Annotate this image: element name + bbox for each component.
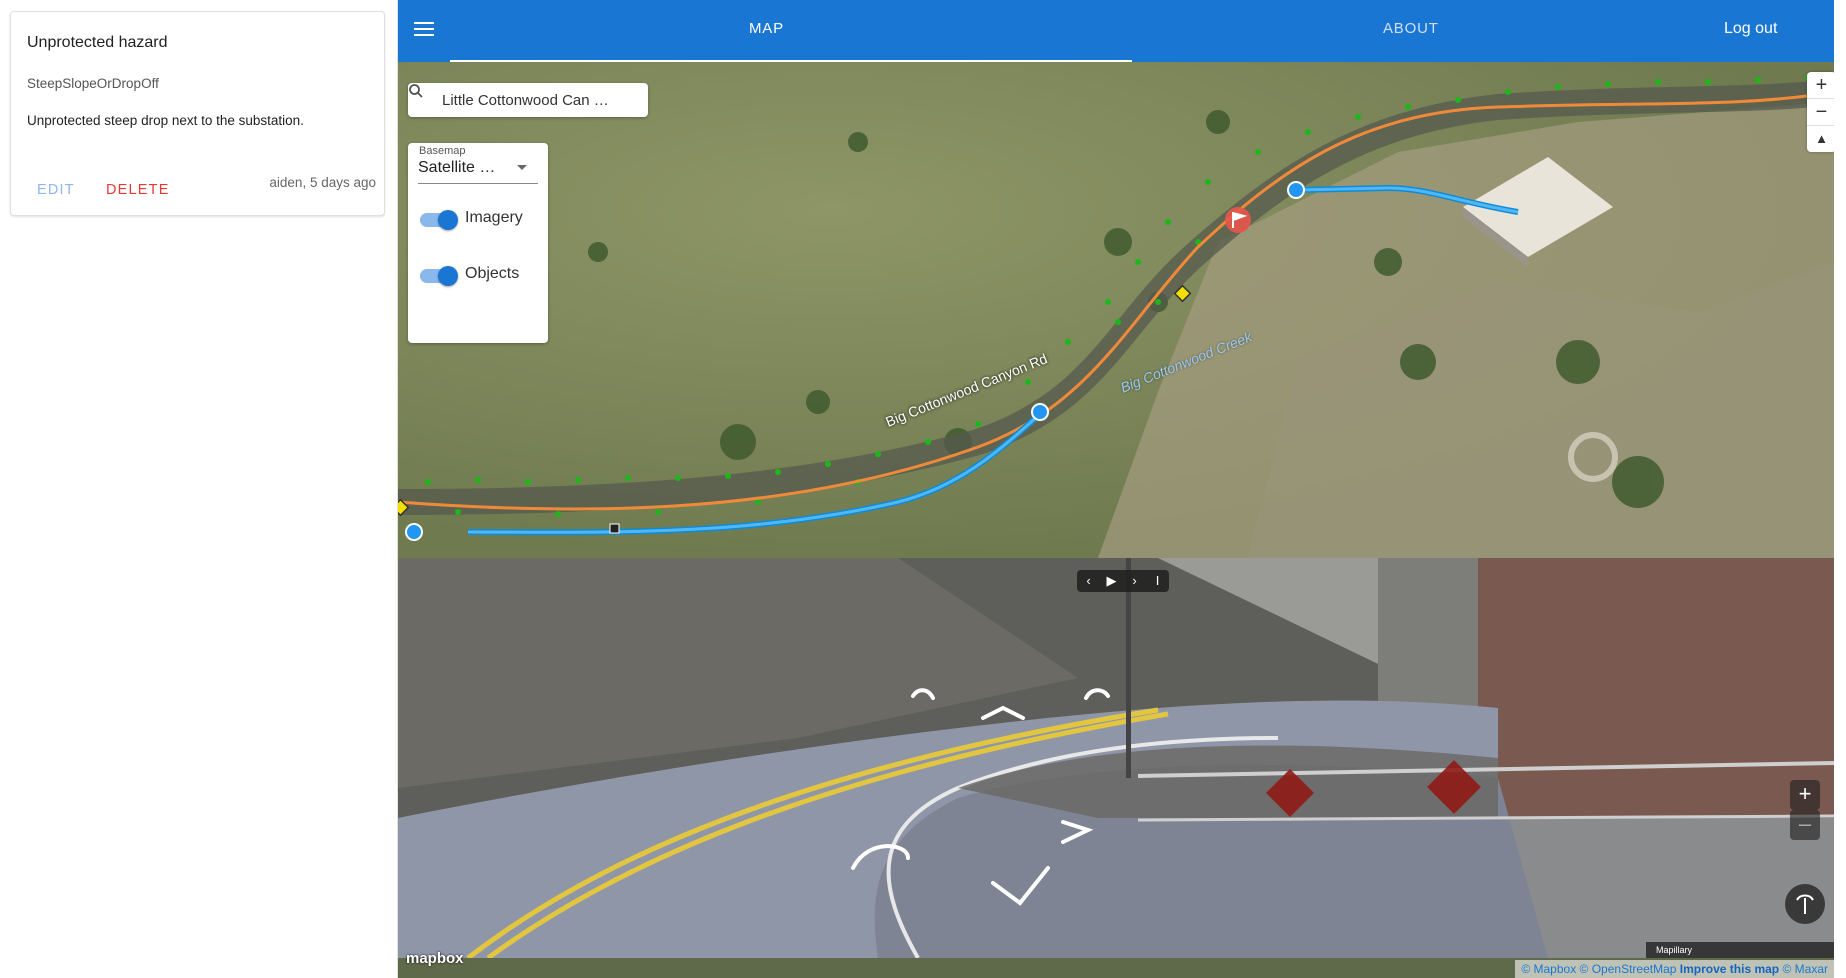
hazard-description: Unprotected steep drop next to the subst… <box>27 113 304 128</box>
stop-icon[interactable]: I <box>1146 570 1169 592</box>
hazard-flag-icon <box>1225 207 1251 233</box>
search-icon <box>409 84 423 98</box>
prev-icon[interactable]: ‹ <box>1077 570 1100 592</box>
tab-map[interactable]: MAP <box>749 20 784 37</box>
top-app-bar: MAP ABOUT Log out <box>398 0 1834 62</box>
edit-button[interactable]: EDIT <box>37 182 75 198</box>
map-view[interactable]: Big Cottonwood Canyon Rd Big Cottonwood … <box>398 62 1834 558</box>
satellite-map <box>398 62 1834 558</box>
attribution-osm[interactable]: © OpenStreetMap <box>1580 962 1677 976</box>
play-icon[interactable]: ▶ <box>1100 570 1123 592</box>
route-point <box>1287 181 1305 199</box>
mapillary-badge[interactable]: Mapillary <box>1646 942 1834 958</box>
attribution-mapbox[interactable]: © Mapbox <box>1521 962 1576 976</box>
basemap-select[interactable]: Satellite … <box>418 159 495 177</box>
tab-about[interactable]: ABOUT <box>1383 20 1439 37</box>
search-input[interactable]: Little Cottonwood Can … <box>442 92 642 109</box>
route-point <box>1031 403 1049 421</box>
street-view[interactable]: ‹ ▶ › I + – Mapillary <box>398 558 1834 958</box>
compass-icon[interactable] <box>1785 884 1825 924</box>
menu-icon[interactable] <box>414 22 434 38</box>
basemap-underline <box>418 183 538 184</box>
compass-button[interactable]: ▲ <box>1807 126 1834 152</box>
next-icon[interactable]: › <box>1123 570 1146 592</box>
street-zoom-out-button[interactable]: – <box>1790 810 1820 840</box>
map-zoom-control: + − ▲ <box>1807 72 1834 152</box>
search-box[interactable]: Little Cottonwood Can … <box>408 83 648 117</box>
layer-panel: Basemap Satellite … Imagery Objects <box>408 143 548 343</box>
sidebar: Unprotected hazard SteepSlopeOrDropOff U… <box>0 0 398 978</box>
chevron-down-icon[interactable] <box>517 165 527 170</box>
hazard-type: SteepSlopeOrDropOff <box>27 76 159 91</box>
objects-label: Objects <box>465 265 520 282</box>
imagery-label: Imagery <box>465 209 523 226</box>
mapbox-logo[interactable]: mapbox <box>406 950 464 967</box>
hazard-meta: aiden, 5 days ago <box>269 175 376 190</box>
right-gutter <box>1834 0 1846 978</box>
hazard-title: Unprotected hazard <box>27 34 168 51</box>
street-zoom-in-button[interactable]: + <box>1790 780 1820 810</box>
route-point <box>405 523 423 541</box>
hazard-card: Unprotected hazard SteepSlopeOrDropOff U… <box>10 11 385 216</box>
street-imagery <box>398 558 1834 958</box>
sequence-controls: ‹ ▶ › I <box>1077 570 1169 592</box>
zoom-in-button[interactable]: + <box>1807 72 1834 99</box>
attribution-maxar[interactable]: © Maxar <box>1782 962 1828 976</box>
basemap-label: Basemap <box>419 145 466 157</box>
attribution: © Mapbox © OpenStreetMap Improve this ma… <box>1515 960 1834 978</box>
objects-toggle[interactable] <box>420 266 458 286</box>
imagery-toggle[interactable] <box>420 210 458 230</box>
delete-button[interactable]: DELETE <box>106 182 170 198</box>
zoom-out-button[interactable]: − <box>1807 99 1834 126</box>
improve-map-link[interactable]: Improve this map <box>1680 962 1779 976</box>
logout-button[interactable]: Log out <box>1724 20 1834 38</box>
